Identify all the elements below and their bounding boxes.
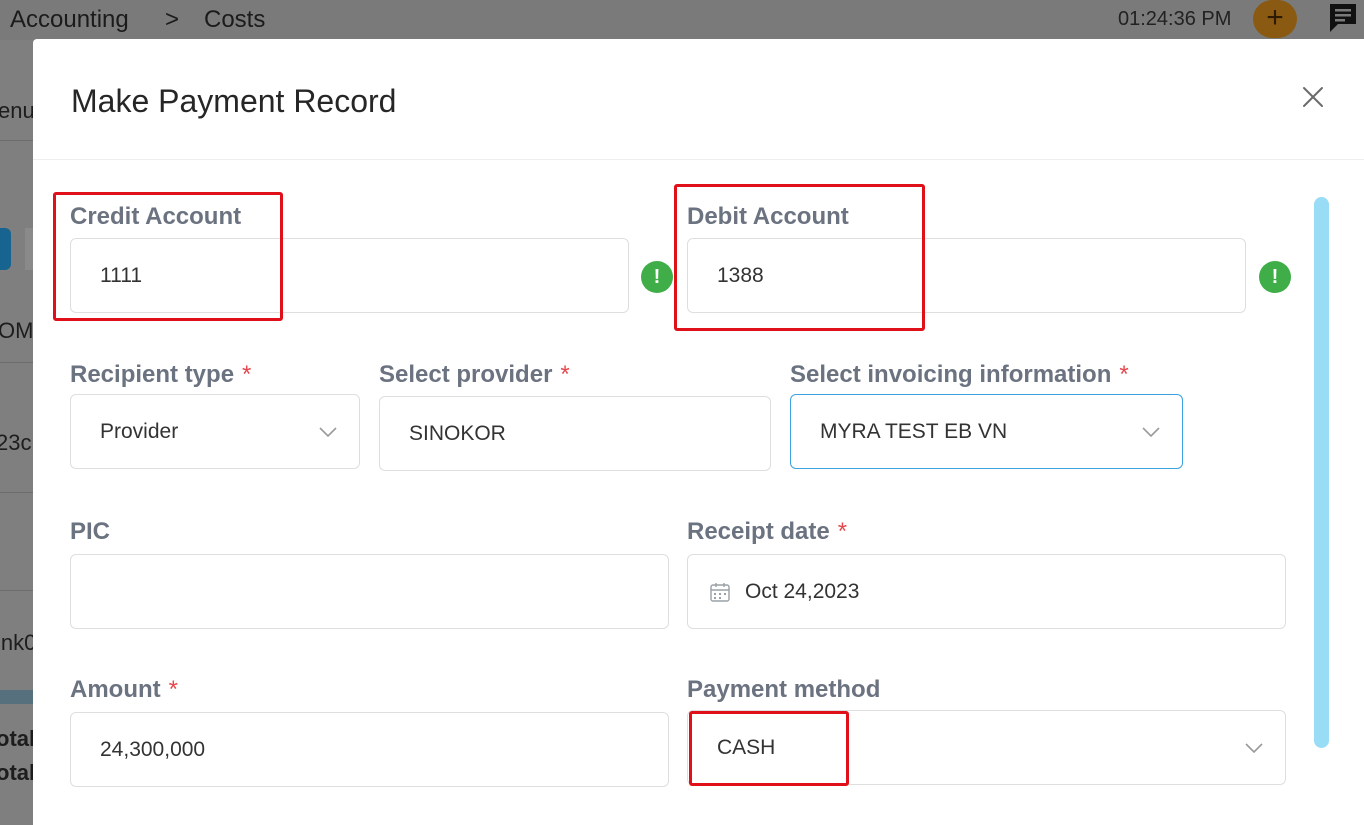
chat-icon[interactable]: [1328, 2, 1358, 32]
payment-method-label: Payment method: [687, 676, 881, 703]
divider: [0, 492, 34, 493]
debit-account-label: Debit Account: [687, 203, 849, 230]
breadcrumb-costs[interactable]: Costs: [204, 6, 265, 34]
modal-title: Make Payment Record: [71, 83, 397, 119]
app-header: Accounting > Costs 01:24:36 PM +: [0, 0, 1364, 40]
amount-label: Amount *: [70, 676, 178, 703]
close-icon[interactable]: [1299, 83, 1327, 111]
debit-account-input[interactable]: 1388: [687, 238, 1246, 313]
divider: [0, 590, 34, 591]
modal-scrollbar[interactable]: [1314, 197, 1329, 748]
recipient-type-value: Provider: [100, 419, 179, 443]
invoicing-value: MYRA TEST EB VN: [820, 419, 1008, 443]
bg-cell-fragment: 23c: [0, 430, 32, 455]
payment-modal: Make Payment Record Credit Account 1111 …: [33, 39, 1364, 825]
credit-account-input[interactable]: 1111: [70, 238, 629, 313]
amount-input[interactable]: 24,300,000: [70, 712, 669, 787]
modal-header: Make Payment Record: [33, 39, 1364, 160]
receipt-date-picker[interactable]: Oct 24,2023: [687, 554, 1286, 629]
debit-account-value: 1388: [717, 263, 764, 287]
breadcrumb-separator: >: [165, 6, 180, 33]
pic-input[interactable]: [70, 554, 669, 629]
provider-value: SINOKOR: [409, 421, 506, 445]
chevron-down-icon: [1245, 742, 1263, 753]
bg-total-label: otal: [0, 760, 34, 785]
bg-menu-fragment: enu: [0, 98, 34, 123]
clock: 01:24:36 PM: [1118, 8, 1232, 30]
bg-column-fragment: OM: [0, 318, 34, 343]
pic-label: PIC: [70, 518, 111, 545]
divider: [0, 140, 34, 141]
divider: [0, 362, 34, 363]
recipient-type-select[interactable]: Provider: [70, 394, 360, 469]
calendar-icon: [710, 582, 730, 602]
receipt-date-label: Receipt date *: [687, 518, 848, 545]
receipt-date-value: Oct 24,2023: [745, 579, 860, 603]
required-marker: *: [560, 361, 570, 388]
required-marker: *: [1119, 361, 1129, 388]
provider-input[interactable]: SINOKOR: [379, 396, 771, 471]
required-marker: *: [168, 676, 178, 703]
invoicing-label: Select invoicing information *: [790, 361, 1129, 388]
required-marker: *: [837, 518, 848, 545]
payment-method-value: CASH: [717, 735, 776, 759]
bg-total-label: otal: [0, 726, 34, 751]
provider-label: Select provider *: [379, 361, 570, 388]
required-marker: *: [242, 361, 252, 388]
bg-primary-button: [0, 228, 11, 270]
bg-band: [0, 690, 34, 704]
credit-account-value: 1111: [100, 263, 143, 287]
chevron-down-icon: [1142, 426, 1160, 437]
breadcrumb-accounting[interactable]: Accounting: [10, 6, 129, 34]
warning-icon: !: [1259, 261, 1291, 293]
amount-value: 24,300,000: [100, 737, 206, 761]
chevron-down-icon: [319, 426, 337, 437]
bg-cell-fragment: ink0: [0, 630, 34, 655]
background-page: enu OM 23c ink0 otal otal: [0, 40, 34, 825]
warning-icon: !: [641, 261, 673, 293]
credit-account-label: Credit Account: [70, 203, 242, 230]
recipient-type-label: Recipient type *: [70, 361, 252, 388]
payment-method-select[interactable]: CASH: [687, 710, 1286, 785]
invoicing-select[interactable]: MYRA TEST EB VN: [790, 394, 1183, 469]
add-button[interactable]: +: [1253, 0, 1297, 38]
